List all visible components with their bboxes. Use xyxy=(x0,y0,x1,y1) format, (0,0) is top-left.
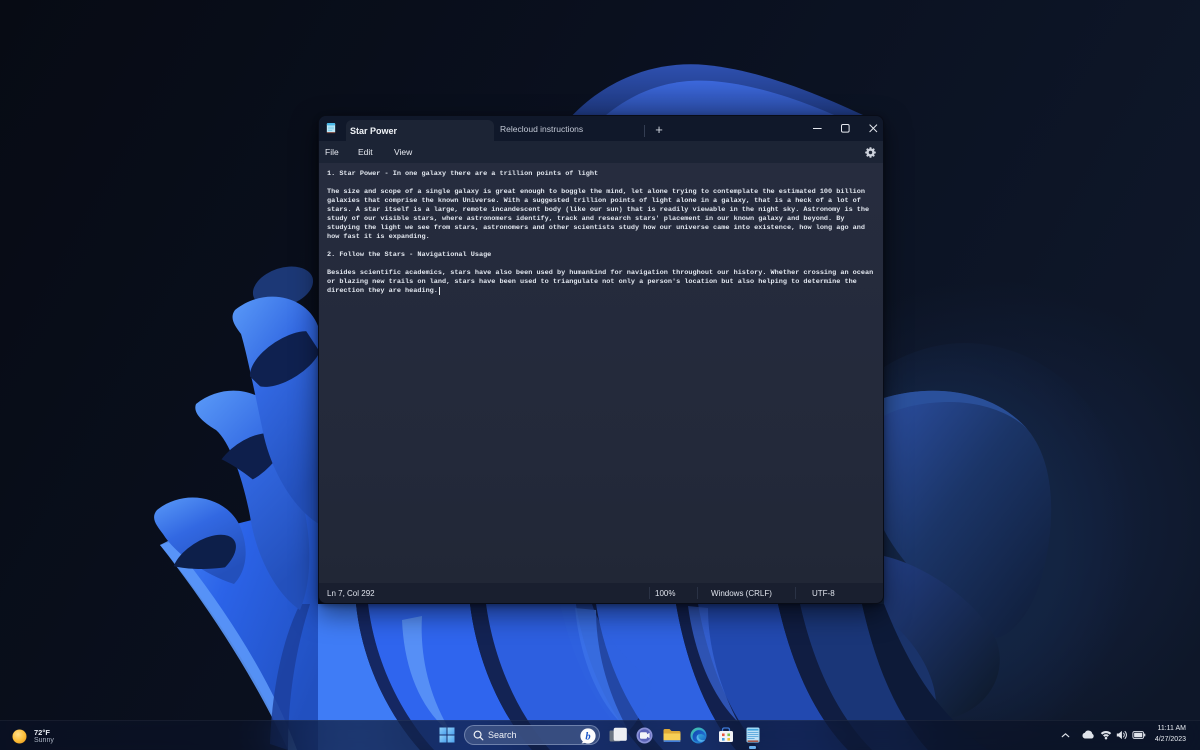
svg-text:b: b xyxy=(585,732,590,743)
